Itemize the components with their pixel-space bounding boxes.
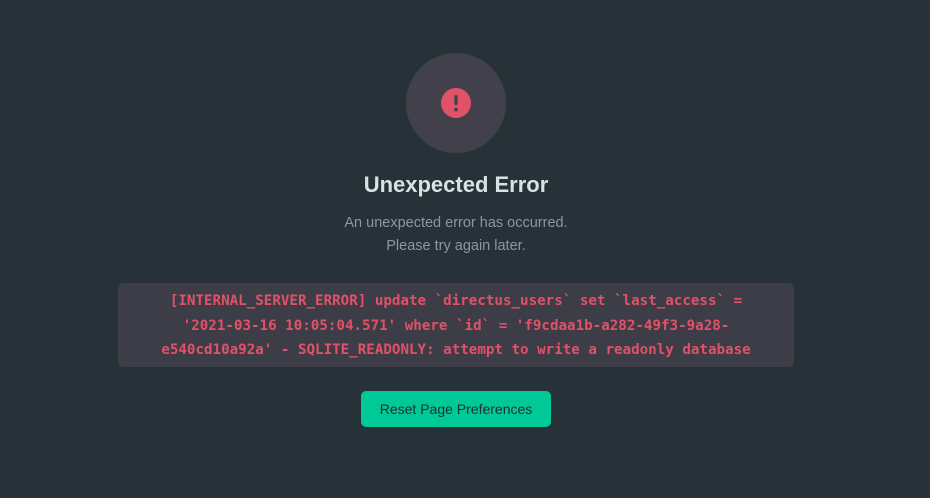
error-details-box: [INTERNAL_SERVER_ERROR] update `directus… bbox=[118, 283, 794, 367]
alert-circle-icon bbox=[441, 88, 471, 118]
error-message-line-1: An unexpected error has occurred. bbox=[344, 215, 568, 231]
reset-page-preferences-button[interactable]: Reset Page Preferences bbox=[361, 391, 551, 427]
error-title: Unexpected Error bbox=[363, 172, 549, 197]
error-message-line-2: Please try again later. bbox=[386, 238, 526, 254]
error-page: Unexpected Error An unexpected error has… bbox=[0, 0, 930, 498]
error-icon-circle bbox=[406, 53, 506, 153]
